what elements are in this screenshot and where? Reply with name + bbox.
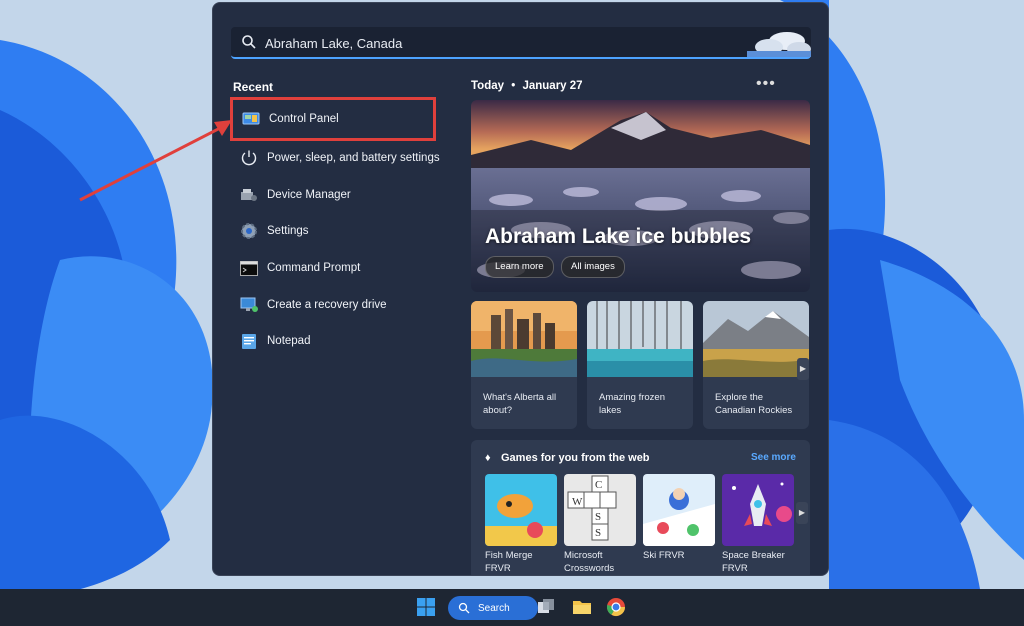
- taskbar-search-button[interactable]: Search: [448, 596, 538, 620]
- recent-item-label: Device Manager: [267, 188, 351, 201]
- search-input[interactable]: [263, 27, 747, 59]
- game-space-breaker[interactable]: Space Breaker FRVR: [722, 474, 794, 575]
- game-name: Fish Merge FRVR: [485, 550, 533, 574]
- today-separator: •: [511, 80, 516, 92]
- search-icon: [458, 602, 470, 614]
- today-date: January 27: [522, 80, 583, 92]
- taskbar-search-label: Search: [478, 602, 510, 614]
- recovery-drive-icon: [240, 296, 258, 314]
- recent-list: Control Panel Power, sleep, and battery …: [230, 97, 445, 360]
- recent-item-recovery-drive[interactable]: Create a recovery drive: [231, 286, 445, 323]
- game-thumb-crosswords: W C S S: [564, 474, 636, 546]
- weather-clouds-icon: [747, 32, 811, 57]
- recent-item-control-panel[interactable]: Control Panel: [230, 97, 436, 141]
- start-menu-panel: Recent Control Panel Power, sleep, and b…: [212, 2, 829, 576]
- file-explorer-icon[interactable]: [572, 598, 592, 616]
- game-ski-frvr[interactable]: Ski FRVR: [643, 474, 715, 562]
- search-box[interactable]: [231, 27, 811, 59]
- svg-text:W: W: [572, 496, 583, 508]
- hero-card[interactable]: Abraham Lake ice bubbles Learn more All …: [471, 100, 810, 292]
- games-title: Games for you from the web: [501, 452, 650, 464]
- card-alberta[interactable]: What's Alberta all about?: [471, 301, 577, 429]
- recent-item-label: Settings: [267, 225, 309, 238]
- cards-next-arrow-icon[interactable]: ▶: [797, 358, 809, 380]
- card-caption: Amazing frozen lakes: [599, 392, 666, 416]
- game-fish-merge[interactable]: Fish Merge FRVR: [485, 474, 557, 575]
- search-icon: [242, 35, 256, 49]
- game-name: Microsoft Crosswords: [564, 550, 615, 574]
- recent-item-label: Notepad: [267, 335, 311, 348]
- task-view-icon[interactable]: [537, 598, 555, 616]
- today-label: Today: [471, 80, 505, 92]
- taskbar: Search: [0, 589, 1024, 626]
- card-caption: What's Alberta all about?: [483, 392, 557, 416]
- hero-title: Abraham Lake ice bubbles: [485, 225, 752, 248]
- recent-item-power-settings[interactable]: Power, sleep, and battery settings: [231, 140, 445, 177]
- control-panel-icon: [242, 110, 260, 128]
- game-name: Space Breaker FRVR: [722, 550, 785, 574]
- learn-more-button[interactable]: Learn more: [485, 256, 554, 278]
- card-image-frozen-lake: [587, 301, 693, 377]
- svg-text:S: S: [595, 527, 601, 539]
- recent-item-device-manager[interactable]: Device Manager: [231, 177, 445, 214]
- chrome-browser-icon[interactable]: [606, 597, 626, 617]
- recent-item-settings[interactable]: Settings: [231, 213, 445, 250]
- windows-start-icon[interactable]: [417, 598, 435, 616]
- game-thumb-fish-merge: [485, 474, 557, 546]
- more-options-button[interactable]: •••: [756, 75, 776, 93]
- card-rockies[interactable]: Explore the Canadian Rockies: [703, 301, 809, 429]
- all-images-button[interactable]: All images: [561, 256, 625, 278]
- notepad-icon: [240, 332, 258, 350]
- card-image-mountains: [703, 301, 809, 377]
- svg-text:C: C: [595, 479, 602, 491]
- recent-heading: Recent: [233, 80, 274, 94]
- game-thumb-ski: [643, 474, 715, 546]
- card-image-city: [471, 301, 577, 377]
- card-frozen-lakes[interactable]: Amazing frozen lakes: [587, 301, 693, 429]
- device-manager-icon: [240, 186, 258, 204]
- games-next-arrow-icon[interactable]: ▶: [796, 502, 808, 524]
- games-section: ♦ Games for you from the web See more Fi…: [471, 440, 810, 575]
- recent-item-label: Control Panel: [269, 113, 339, 125]
- terminal-icon: [240, 259, 258, 277]
- recent-item-notepad[interactable]: Notepad: [231, 323, 445, 360]
- see-more-link[interactable]: See more: [751, 452, 796, 463]
- games-sparkle-icon: ♦: [485, 452, 491, 464]
- today-header: Today • January 27: [471, 80, 583, 92]
- recent-item-label: Power, sleep, and battery settings: [267, 152, 440, 165]
- recent-item-label: Create a recovery drive: [267, 298, 387, 311]
- svg-text:S: S: [595, 511, 601, 523]
- power-icon: [240, 149, 258, 167]
- recent-item-command-prompt[interactable]: Command Prompt: [231, 250, 445, 287]
- recent-item-label: Command Prompt: [267, 262, 361, 275]
- card-caption: Explore the Canadian Rockies: [715, 392, 793, 416]
- gear-icon: [240, 222, 258, 240]
- game-thumb-space-breaker: [722, 474, 794, 546]
- game-name: Ski FRVR: [643, 550, 685, 561]
- game-microsoft-crosswords[interactable]: W C S S Microsoft Crosswords: [564, 474, 636, 575]
